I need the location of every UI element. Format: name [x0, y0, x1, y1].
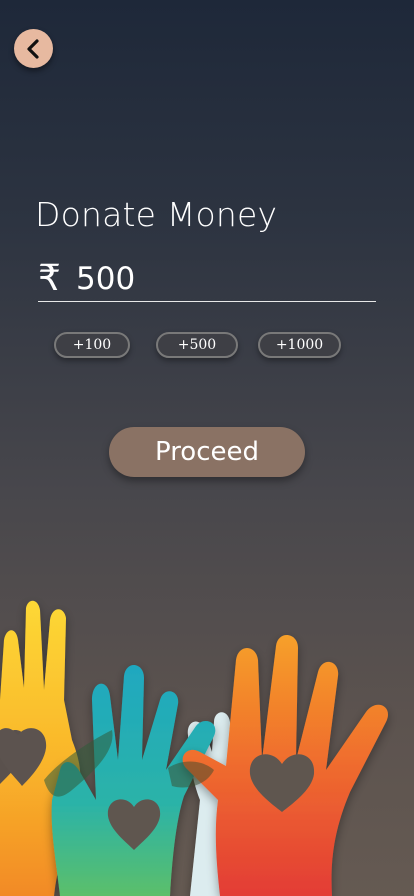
- proceed-button[interactable]: Proceed: [109, 427, 305, 477]
- page-title: Donate Money: [35, 195, 278, 234]
- add-100-button[interactable]: +100: [54, 332, 130, 358]
- rupee-icon: ₹: [38, 258, 61, 299]
- donate-money-screen: Donate Money ₹ +100 +500 +1000 Proceed: [0, 0, 414, 896]
- add-500-button[interactable]: +500: [156, 332, 238, 358]
- helping-hands-illustration: [0, 600, 388, 896]
- amount-input[interactable]: [76, 260, 356, 297]
- amount-field[interactable]: ₹: [38, 256, 376, 302]
- add-1000-button[interactable]: +1000: [258, 332, 341, 358]
- back-button[interactable]: [14, 29, 53, 68]
- chevron-left-icon: [26, 38, 39, 59]
